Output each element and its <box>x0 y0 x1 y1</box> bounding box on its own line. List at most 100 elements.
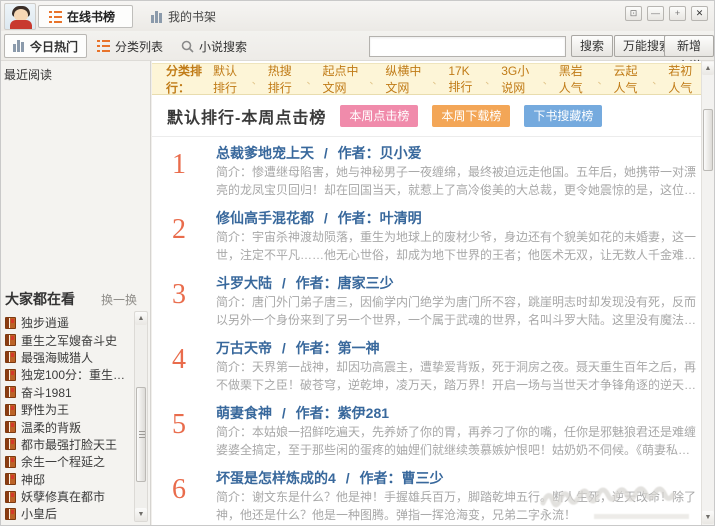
recommend-book-list: 独步逍遥 重生之军嫂奋斗史 最强海贼猎人 独宠100分：重生之学霸... 奋斗1… <box>5 314 132 523</box>
rank-number: 2 <box>172 214 186 245</box>
title-bar: 在线书榜 我的书架 ⊡ — + ✕ <box>1 1 714 31</box>
book-heading: 万古天帝 / 作者：第一神 <box>216 338 380 358</box>
table-row[interactable]: 5 萌妻食神 / 作者：紫伊281 简介：本姑娘一招鲜吃遍天，先养娇了你的胃，再… <box>152 397 701 462</box>
hot-bars-icon <box>13 40 24 52</box>
list-item[interactable]: 小皇后 <box>5 505 132 522</box>
list-item[interactable]: 野性为王 <box>5 401 132 418</box>
list-item[interactable]: 妖孽修真在都市 <box>5 488 132 505</box>
refresh-list-link[interactable]: 换一换 <box>101 291 137 308</box>
category-link[interactable]: 默认排行 <box>213 62 246 96</box>
close-button[interactable]: ✕ <box>691 6 708 21</box>
table-row[interactable]: 6 坏蛋是怎样炼成的4 / 作者：曹三少 简介：谢文东是什么？他是神！手握雄兵百… <box>152 462 701 525</box>
link-separator: 、 <box>652 75 663 87</box>
table-row[interactable]: 3 斗罗大陆 / 作者：唐家三少 简介：唐门外门弟子唐三，因偷学内门绝学为唐门所… <box>152 267 701 332</box>
book-title-link[interactable]: 斗罗大陆 <box>216 275 272 291</box>
list-item[interactable]: 独步逍遥 <box>5 314 132 331</box>
user-avatar[interactable] <box>4 3 36 30</box>
ranking-header: 默认排行-本周点击榜 本周点击榜 本周下载榜 下书搜藏榜 <box>152 95 701 137</box>
scroll-down-icon[interactable]: ▼ <box>135 508 147 521</box>
category-list-icon <box>97 40 110 52</box>
book-description: 简介：惨遭继母陷害，她与神秘男子一夜缠绵，最终被迫远走他国。五年后，她携带一对漂… <box>216 165 697 197</box>
recent-reading-title: 最近阅读 <box>4 68 53 82</box>
rank-number: 5 <box>172 409 186 440</box>
book-description: 简介：谢文东是什么？他是神！手握雄兵百万，脚踏乾坤五行。断人生死，逆天改命！除了… <box>216 490 697 522</box>
list-item[interactable]: 神邸 <box>5 471 132 488</box>
rank-number: 4 <box>172 344 186 375</box>
ranking-title: 默认排行-本周点击榜 <box>167 109 327 127</box>
book-title-link[interactable]: 萌妻食神 <box>216 405 272 421</box>
table-row[interactable]: 4 万古天帝 / 作者：第一神 简介：天界第一战神，却因功高震主，遭挚爱背叛，死… <box>152 332 701 397</box>
tab-my-shelf[interactable]: 我的书架 <box>141 5 226 28</box>
book-title: 温柔的背叛 <box>21 420 82 435</box>
category-link[interactable]: 云起人气 <box>613 62 646 96</box>
category-link[interactable]: 起点中文网 <box>322 62 363 96</box>
book-title-link[interactable]: 万古天帝 <box>216 340 272 356</box>
scrollbar-thumb[interactable] <box>136 387 146 482</box>
list-item[interactable]: 余生一个程延之 <box>5 453 132 470</box>
category-link[interactable]: 若初人气 <box>668 62 701 96</box>
category-link[interactable]: 纵横中文网 <box>385 62 426 96</box>
ranking-tab-button[interactable]: 本周点击榜 <box>340 104 419 127</box>
scroll-up-icon[interactable]: ▲ <box>702 62 714 75</box>
list-item[interactable]: 重生之军嫂奋斗史 <box>5 331 132 348</box>
book-title: 都市最强打脸天王 <box>21 437 118 452</box>
book-title: 最强海贼猎人 <box>21 350 94 365</box>
book-title-link[interactable]: 坏蛋是怎样炼成的4 <box>216 470 336 486</box>
title-author-separator: / <box>323 210 328 226</box>
book-heading: 萌妻食神 / 作者：紫伊281 <box>216 403 389 423</box>
category-link[interactable]: 17K排行 <box>448 64 479 95</box>
add-novel-button[interactable]: 新增小说 <box>664 35 714 73</box>
book-title: 小皇后 <box>21 507 58 522</box>
list-item[interactable]: 都市最强打脸天王 <box>5 436 132 453</box>
link-separator: 、 <box>369 75 380 87</box>
link-separator: 、 <box>251 75 262 87</box>
ranking-tabs: 本周点击榜 本周下载榜 下书搜藏榜 <box>326 104 603 127</box>
book-title-link[interactable]: 修仙高手混花都 <box>216 210 314 226</box>
search-input[interactable] <box>369 36 566 57</box>
list-item[interactable]: 奋斗1981 <box>5 384 132 401</box>
book-title: 余生一个程延之 <box>21 455 106 470</box>
title-author-separator: / <box>345 470 350 486</box>
today-hot-button[interactable]: 今日热门 <box>4 34 88 58</box>
category-link[interactable]: 黑岩人气 <box>559 62 592 96</box>
tab-shelf-label: 我的书架 <box>168 10 217 24</box>
list-item[interactable]: 最强海贼猎人 <box>5 349 132 366</box>
book-author: 作者：贝小爱 <box>337 145 422 161</box>
category-list-button[interactable]: 分类列表 <box>89 34 171 58</box>
scroll-up-icon[interactable]: ▲ <box>135 312 147 325</box>
list-item[interactable]: 独宠100分：重生之学霸... <box>5 366 132 383</box>
category-ranking-bar: 分类排行： 默认排行 、 热搜排行 、 起点中文网 、 纵横中文网 、 17K排… <box>152 63 701 95</box>
rank-number: 1 <box>172 149 186 180</box>
category-list-label: 分类列表 <box>115 39 164 54</box>
novel-search-button[interactable]: 小说搜索 <box>173 34 255 58</box>
table-row[interactable]: 1 总裁爹地宠上天 / 作者：贝小爱 简介：惨遭继母陷害，她与神秘男子一夜缠绵，… <box>152 137 701 202</box>
book-description: 简介：唐门外门弟子唐三，因偷学内门绝学为唐门所不容，跳崖明志时却发现没有死，反而… <box>216 295 697 327</box>
category-link[interactable]: 3G小说网 <box>501 62 536 96</box>
list-icon <box>49 10 62 23</box>
link-separator: 、 <box>597 75 608 87</box>
table-row[interactable]: 2 修仙高手混花都 / 作者：叶清明 简介：宇宙杀神渡劫陨落，重生为地球上的废材… <box>152 202 701 267</box>
rank-number: 3 <box>172 279 186 310</box>
skin-button[interactable]: ⊡ <box>625 6 642 21</box>
minimize-button[interactable]: — <box>647 6 664 21</box>
main-scrollbar[interactable]: ▲ ▼ <box>701 61 714 525</box>
search-button[interactable]: 搜索 <box>571 35 614 57</box>
book-icon <box>5 455 16 468</box>
scroll-down-icon[interactable]: ▼ <box>702 511 714 524</box>
book-title-link[interactable]: 总裁爹地宠上天 <box>216 145 314 161</box>
list-item[interactable]: 温柔的背叛 <box>5 418 132 435</box>
book-title: 重生之军嫂奋斗史 <box>21 333 118 348</box>
ranking-tab-button[interactable]: 本周下载榜 <box>432 104 511 127</box>
book-icon <box>5 438 16 451</box>
ranking-tab-button[interactable]: 下书搜藏榜 <box>524 104 603 127</box>
category-link[interactable]: 热搜排行 <box>268 62 301 96</box>
maximize-button[interactable]: + <box>669 6 686 21</box>
title-author-separator: / <box>323 145 328 161</box>
book-icon <box>5 351 16 364</box>
tab-online-ranking[interactable]: 在线书榜 <box>38 5 133 28</box>
sidebar-scrollbar[interactable]: ▲ ▼ <box>134 311 148 522</box>
book-title: 妖孽修真在都市 <box>21 490 106 505</box>
scrollbar-thumb[interactable] <box>703 109 713 171</box>
sidebar: 最近阅读 大家都在看 换一换 独步逍遥 重生之军嫂奋斗史 最强海贼猎人 独宠10… <box>1 61 151 525</box>
book-heading: 总裁爹地宠上天 / 作者：贝小爱 <box>216 143 422 163</box>
